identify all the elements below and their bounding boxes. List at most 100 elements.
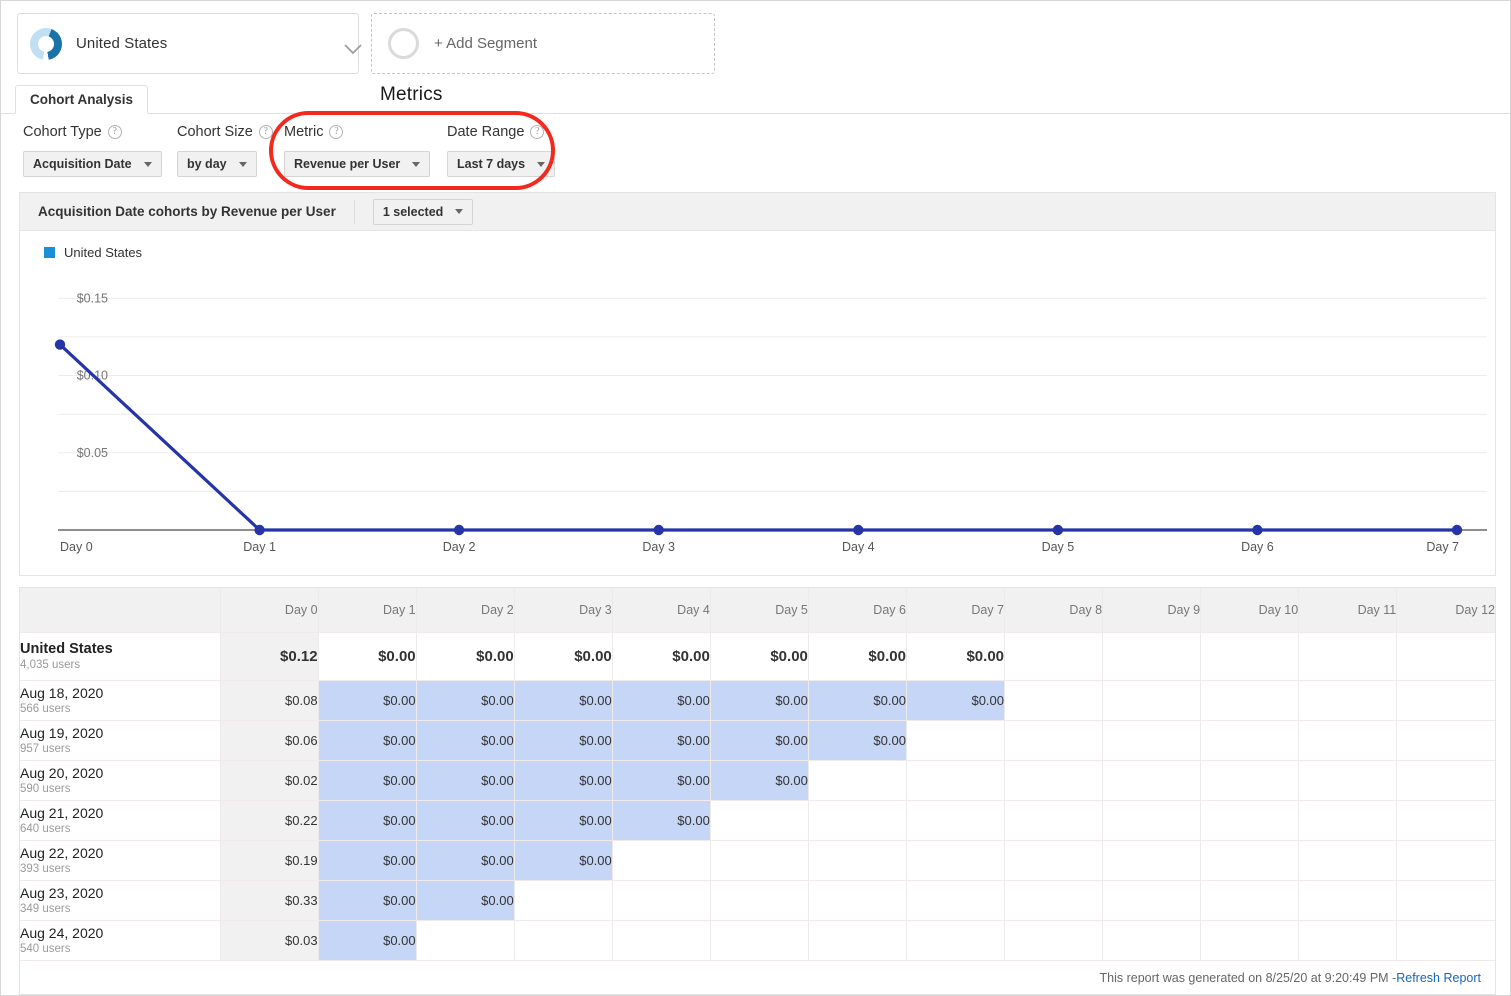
table-cell-day-11[interactable]	[1299, 920, 1397, 960]
table-cell-day-6[interactable]: $0.00	[808, 632, 906, 680]
help-icon[interactable]: ?	[259, 125, 273, 139]
cohort-size-dropdown[interactable]: by day	[177, 151, 257, 177]
table-cell-day-12[interactable]	[1397, 720, 1495, 760]
table-cell-day-8[interactable]	[1005, 720, 1103, 760]
table-cell-day-7[interactable]	[906, 800, 1004, 840]
table-cell-day-0[interactable]: $0.06	[220, 720, 318, 760]
table-cell-day-5[interactable]	[710, 880, 808, 920]
table-cell-day-7[interactable]: $0.00	[906, 680, 1004, 720]
column-header-day-6[interactable]: Day 6	[808, 588, 906, 632]
table-cell-day-2[interactable]: $0.00	[416, 680, 514, 720]
table-cell-day-3[interactable]: $0.00	[514, 840, 612, 880]
table-cell-day-5[interactable]: $0.00	[710, 760, 808, 800]
table-cell-day-9[interactable]	[1103, 840, 1201, 880]
table-cell-day-7[interactable]	[906, 840, 1004, 880]
table-cell-day-12[interactable]	[1397, 880, 1495, 920]
table-cell-day-8[interactable]	[1005, 800, 1103, 840]
table-cell-day-9[interactable]	[1103, 760, 1201, 800]
table-cell-day-10[interactable]	[1201, 880, 1299, 920]
table-cell-day-10[interactable]	[1201, 920, 1299, 960]
table-cell-day-6[interactable]: $0.00	[808, 720, 906, 760]
column-header-day-3[interactable]: Day 3	[514, 588, 612, 632]
table-cell-day-0[interactable]: $0.12	[220, 632, 318, 680]
table-cell-day-5[interactable]: $0.00	[710, 680, 808, 720]
date-range-dropdown[interactable]: Last 7 days	[447, 151, 555, 177]
column-header-day-1[interactable]: Day 1	[318, 588, 416, 632]
table-cell-day-3[interactable]: $0.00	[514, 760, 612, 800]
table-cell-day-9[interactable]	[1103, 720, 1201, 760]
column-header-day-12[interactable]: Day 12	[1397, 588, 1495, 632]
table-cell-day-10[interactable]	[1201, 800, 1299, 840]
table-cell-day-3[interactable]: $0.00	[514, 680, 612, 720]
help-icon[interactable]: ?	[530, 125, 544, 139]
table-cell-day-12[interactable]	[1397, 840, 1495, 880]
table-cell-day-1[interactable]: $0.00	[318, 720, 416, 760]
add-segment-button[interactable]: + Add Segment	[371, 13, 715, 74]
table-cell-day-6[interactable]	[808, 880, 906, 920]
table-cell-day-2[interactable]	[416, 920, 514, 960]
chart-data-point[interactable]	[55, 339, 65, 349]
table-cell-day-1[interactable]: $0.00	[318, 880, 416, 920]
table-cell-day-0[interactable]: $0.02	[220, 760, 318, 800]
metric-dropdown[interactable]: Revenue per User	[284, 151, 430, 177]
table-cell-day-6[interactable]: $0.00	[808, 680, 906, 720]
table-cell-day-0[interactable]: $0.22	[220, 800, 318, 840]
column-header-day-11[interactable]: Day 11	[1299, 588, 1397, 632]
table-cell-day-9[interactable]	[1103, 680, 1201, 720]
table-cell-day-2[interactable]: $0.00	[416, 840, 514, 880]
column-header-day-0[interactable]: Day 0	[220, 588, 318, 632]
table-cell-day-2[interactable]: $0.00	[416, 880, 514, 920]
table-cell-day-8[interactable]	[1005, 880, 1103, 920]
table-cell-day-3[interactable]	[514, 880, 612, 920]
table-cell-day-8[interactable]	[1005, 680, 1103, 720]
refresh-report-link[interactable]: Refresh Report	[1396, 971, 1481, 985]
table-cell-day-2[interactable]: $0.00	[416, 760, 514, 800]
table-cell-day-7[interactable]	[906, 720, 1004, 760]
table-cell-day-3[interactable]: $0.00	[514, 720, 612, 760]
table-cell-day-1[interactable]: $0.00	[318, 632, 416, 680]
table-cell-day-5[interactable]: $0.00	[710, 632, 808, 680]
table-cell-day-12[interactable]	[1397, 680, 1495, 720]
column-header-day-10[interactable]: Day 10	[1201, 588, 1299, 632]
column-header-day-9[interactable]: Day 9	[1103, 588, 1201, 632]
table-cell-day-0[interactable]: $0.33	[220, 880, 318, 920]
table-cell-day-4[interactable]: $0.00	[612, 680, 710, 720]
cohort-selector-dropdown[interactable]: 1 selected	[373, 199, 473, 225]
table-cell-day-8[interactable]	[1005, 920, 1103, 960]
chart-data-point[interactable]	[1053, 525, 1063, 535]
table-cell-day-11[interactable]	[1299, 632, 1397, 680]
table-cell-day-12[interactable]	[1397, 760, 1495, 800]
table-cell-day-9[interactable]	[1103, 880, 1201, 920]
table-cell-day-2[interactable]: $0.00	[416, 800, 514, 840]
table-cell-day-8[interactable]	[1005, 840, 1103, 880]
segment-selector-united-states[interactable]: United States	[17, 13, 359, 74]
table-cell-day-4[interactable]: $0.00	[612, 800, 710, 840]
table-cell-day-11[interactable]	[1299, 800, 1397, 840]
table-cell-day-3[interactable]: $0.00	[514, 632, 612, 680]
cohort-type-dropdown[interactable]: Acquisition Date	[23, 151, 162, 177]
column-header-day-2[interactable]: Day 2	[416, 588, 514, 632]
table-cell-day-7[interactable]: $0.00	[906, 632, 1004, 680]
table-cell-day-5[interactable]	[710, 920, 808, 960]
table-cell-day-7[interactable]	[906, 760, 1004, 800]
chart-data-point[interactable]	[1252, 525, 1262, 535]
help-icon[interactable]: ?	[108, 125, 122, 139]
table-cell-day-4[interactable]	[612, 920, 710, 960]
table-cell-day-5[interactable]	[710, 840, 808, 880]
column-header-day-8[interactable]: Day 8	[1005, 588, 1103, 632]
table-cell-day-2[interactable]: $0.00	[416, 720, 514, 760]
table-cell-day-5[interactable]: $0.00	[710, 720, 808, 760]
table-cell-day-0[interactable]: $0.03	[220, 920, 318, 960]
table-cell-day-6[interactable]	[808, 920, 906, 960]
table-cell-day-9[interactable]	[1103, 920, 1201, 960]
table-cell-day-4[interactable]: $0.00	[612, 632, 710, 680]
column-header-day-4[interactable]: Day 4	[612, 588, 710, 632]
table-cell-day-11[interactable]	[1299, 840, 1397, 880]
chart-data-point[interactable]	[654, 525, 664, 535]
column-header-day-7[interactable]: Day 7	[906, 588, 1004, 632]
table-cell-day-8[interactable]	[1005, 632, 1103, 680]
table-cell-day-1[interactable]: $0.00	[318, 840, 416, 880]
table-cell-day-11[interactable]	[1299, 720, 1397, 760]
table-cell-day-5[interactable]	[710, 800, 808, 840]
table-cell-day-1[interactable]: $0.00	[318, 800, 416, 840]
